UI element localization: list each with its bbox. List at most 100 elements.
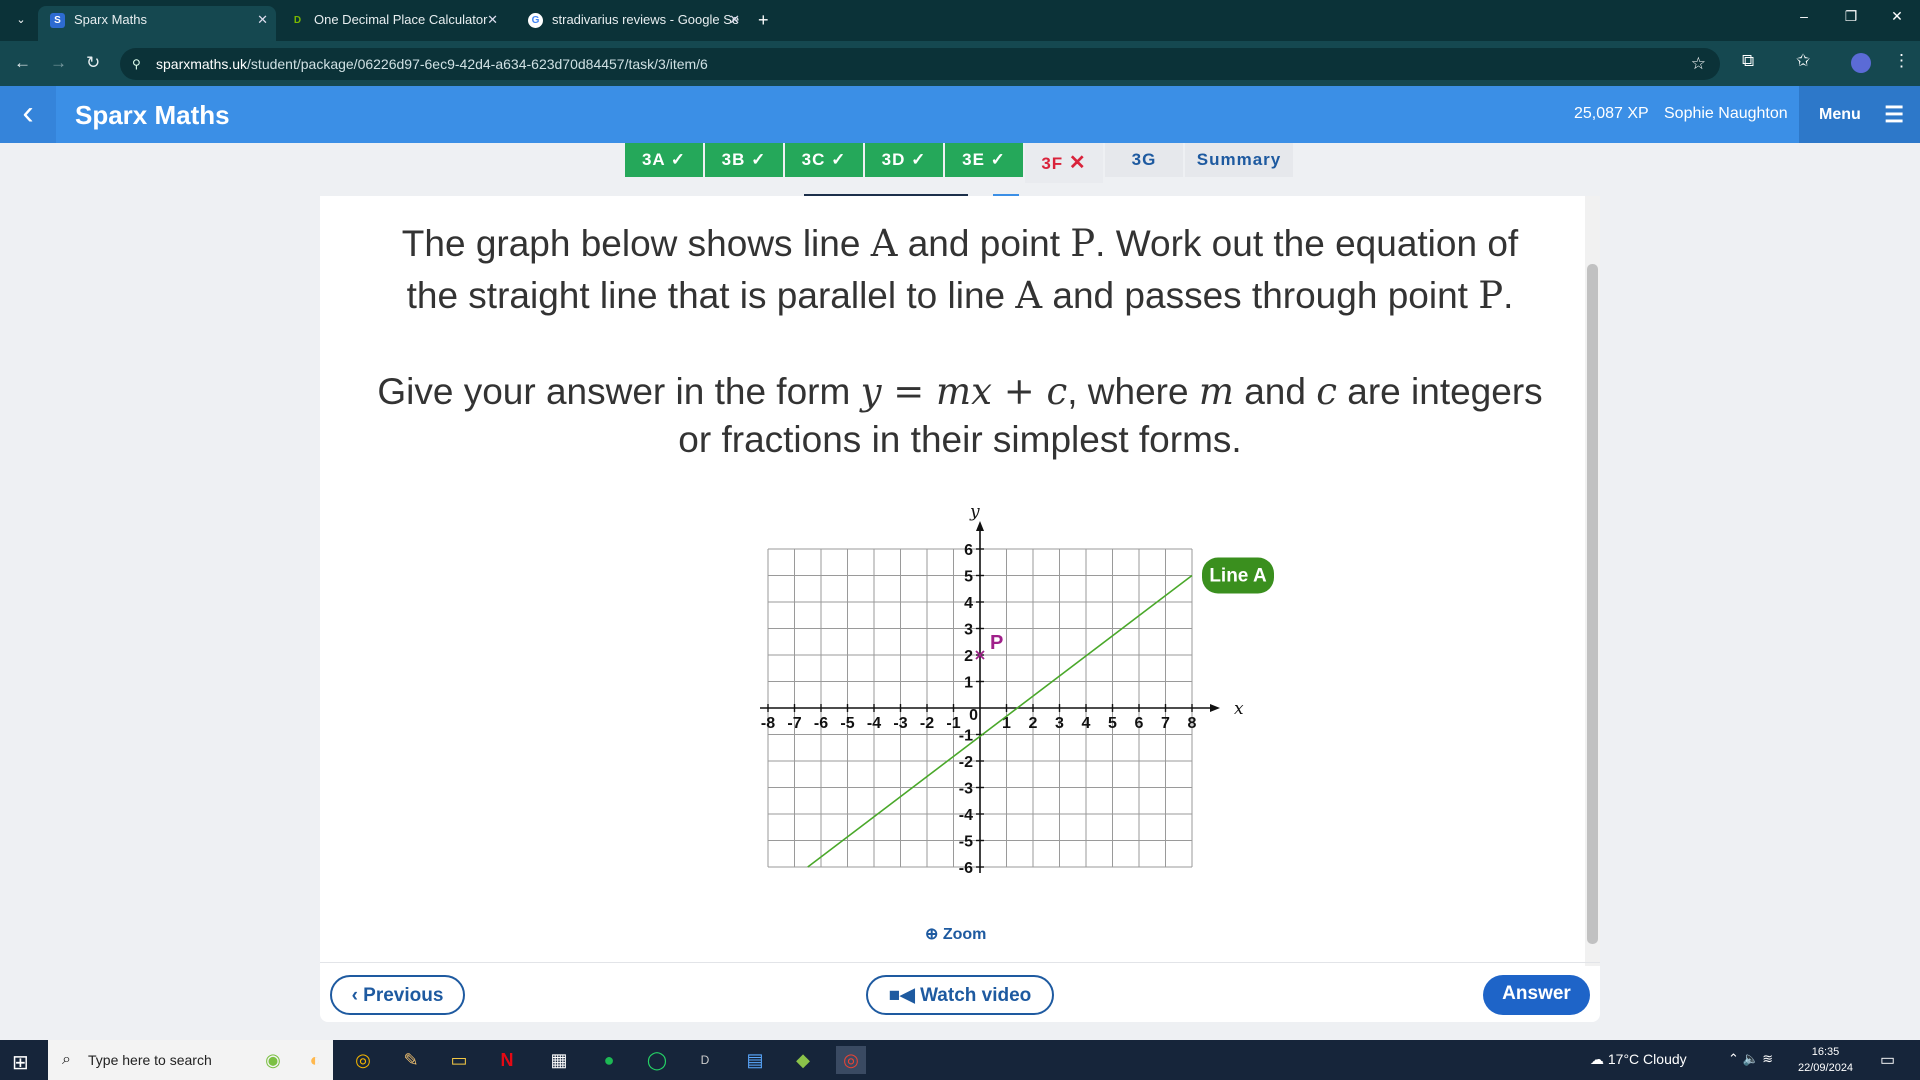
x-tick-label: -6	[814, 715, 828, 732]
bookmark-star-icon[interactable]: ☆	[1691, 48, 1706, 80]
app-title: Sparx Maths	[75, 100, 230, 130]
scrollbar-thumb[interactable]	[1587, 264, 1598, 944]
task-tab-3f[interactable]: 3F ✕	[1025, 143, 1103, 183]
task-label: 3D	[881, 150, 906, 169]
check-icon: ✓	[751, 150, 767, 169]
user-name[interactable]: Sophie Naughton	[1664, 105, 1788, 123]
notifications-icon[interactable]: ▭	[1880, 1050, 1895, 1070]
task-label: Summary	[1196, 150, 1282, 169]
new-tab-icon[interactable]: +	[758, 6, 769, 34]
url-host: sparxmaths.uk	[156, 56, 248, 72]
close-window-icon[interactable]: ✕	[1882, 8, 1912, 25]
spotify-icon[interactable]: ●	[594, 1046, 624, 1074]
watch-video-button[interactable]: ■◀ Watch video	[866, 975, 1054, 1015]
chrome-active-icon[interactable]: ◎	[836, 1046, 866, 1074]
x-tick-label: 2	[1029, 715, 1038, 732]
y-tick-label: 4	[964, 595, 973, 612]
x-tick-label: 1	[1002, 715, 1011, 732]
forward-arrow-icon[interactable]: →	[50, 53, 67, 73]
question-line-4: or fractions in their simplest forms.	[678, 419, 1242, 460]
folder-widget-icon[interactable]: ◐	[300, 1046, 330, 1074]
check-icon: ✓	[911, 150, 927, 169]
restore-icon[interactable]: ❐	[1836, 8, 1866, 25]
task-tab-3c[interactable]: 3C ✓	[785, 143, 863, 177]
tab-decimal-calculator[interactable]: D One Decimal Place Calculator ✕	[278, 6, 506, 41]
site-info-icon[interactable]: ⚲	[132, 48, 141, 80]
clock[interactable]: 16:35 22/09/2024	[1798, 1044, 1853, 1076]
weather-text: 17°C Cloudy	[1607, 1051, 1687, 1067]
question-card: The graph below shows line A and point P…	[320, 196, 1600, 1022]
extensions-icon[interactable]: ⧉	[1742, 51, 1754, 71]
y-tick-label: -5	[959, 834, 973, 851]
leaf-app-icon[interactable]: ◆	[788, 1046, 818, 1074]
divider	[320, 962, 1600, 963]
video-app-icon[interactable]: ▤	[740, 1046, 770, 1074]
back-arrow-icon[interactable]: ←	[14, 53, 31, 73]
calculator-icon[interactable]: ▦	[544, 1046, 574, 1074]
minimize-icon[interactable]: –	[1789, 8, 1819, 24]
file-explorer-icon[interactable]: ▭	[444, 1046, 474, 1074]
task-tab-3a[interactable]: 3A ✓	[625, 143, 703, 177]
task-tab-summary[interactable]: Summary	[1185, 143, 1293, 177]
profile-avatar[interactable]	[1851, 53, 1871, 73]
pencil-app-icon[interactable]: ✎	[396, 1046, 426, 1074]
task-tab-3b[interactable]: 3B ✓	[705, 143, 783, 177]
favorites-icon[interactable]: ✩	[1796, 51, 1810, 71]
previous-label: Previous	[363, 985, 444, 1006]
task-tab-3g[interactable]: 3G	[1105, 143, 1183, 177]
globe-widget-icon[interactable]: ◉	[258, 1046, 288, 1074]
weather-widget[interactable]: ☁ 17°C Cloudy	[1590, 1051, 1687, 1068]
coordinate-graph[interactable]: xy-8 -7 -6 -5 -4 -3 -2 -1 1 2 3 4 5 6 7 8-6-5-4-3-2-112…	[710, 502, 1274, 892]
close-tab-icon[interactable]: ✕	[729, 6, 740, 34]
url-field[interactable]: ⚲ sparxmaths.uk/student/package/06226d97…	[120, 48, 1720, 80]
windows-start-icon[interactable]: ⊞	[12, 1050, 29, 1075]
clock-time: 16:35	[1811, 1046, 1840, 1058]
x-tick-label: -4	[867, 715, 881, 732]
answer-button[interactable]: Answer	[1483, 975, 1590, 1015]
video-camera-icon: ■◀	[888, 985, 915, 1006]
xp-counter: 25,087 XP	[1574, 105, 1649, 122]
y-axis-arrow	[976, 521, 984, 531]
menu-button[interactable]: Menu ☰	[1799, 86, 1920, 143]
reload-icon[interactable]: ↻	[86, 53, 100, 73]
close-tab-icon[interactable]: ✕	[487, 6, 498, 34]
tab-title: One Decimal Place Calculator	[314, 12, 488, 27]
task-tab-3e[interactable]: 3E ✓	[945, 143, 1023, 177]
tab-search-icon[interactable]: ⌄	[10, 10, 32, 30]
y-tick-label: -6	[959, 860, 973, 877]
x-tick-label: -7	[787, 715, 801, 732]
whatsapp-icon[interactable]: ◯	[642, 1046, 672, 1074]
address-bar-row: ← → ↻ ⚲ sparxmaths.uk/student/package/06…	[0, 41, 1920, 86]
answer-label: Answer	[1502, 983, 1571, 1004]
check-icon: ✓	[831, 150, 847, 169]
check-icon: ✓	[990, 150, 1006, 169]
task-label: 3A	[641, 150, 666, 169]
tab-google-search[interactable]: G stradivarius reviews - Google Se ✕	[516, 6, 748, 41]
x-tick-label: 8	[1188, 715, 1197, 732]
d-app-icon[interactable]: D	[690, 1046, 720, 1074]
x-axis-arrow	[1210, 704, 1220, 712]
line-a-label: Line A	[1209, 566, 1267, 587]
tab-sparx-maths[interactable]: S Sparx Maths ✕	[38, 6, 276, 41]
chrome-icon[interactable]: ◎	[348, 1046, 378, 1074]
y-tick-label: -2	[959, 754, 973, 771]
y-tick-label: 2	[964, 648, 973, 665]
sparx-favicon-icon: S	[50, 13, 65, 28]
task-tab-3d[interactable]: 3D ✓	[865, 143, 943, 177]
tray-icons[interactable]: ⌃ 🔈 ≋	[1728, 1051, 1773, 1067]
check-icon: ✓	[670, 150, 687, 169]
tab-title: Sparx Maths	[74, 12, 147, 27]
y-tick-label: -3	[959, 781, 973, 798]
cloud-icon: ☁	[1590, 1051, 1604, 1067]
back-chevron-icon[interactable]: ‹	[0, 86, 56, 143]
x-tick-label: -5	[840, 715, 854, 732]
close-tab-icon[interactable]: ✕	[257, 6, 268, 34]
more-options-icon[interactable]: ⋮	[1893, 51, 1910, 71]
tab-title: stradivarius reviews - Google Se	[552, 12, 740, 27]
netflix-icon[interactable]: N	[492, 1046, 522, 1074]
zoom-label: Zoom	[942, 926, 987, 943]
previous-button[interactable]: ‹ Previous	[330, 975, 465, 1015]
zoom-button[interactable]: ⊕ Zoom	[925, 924, 986, 944]
scrollbar[interactable]	[1585, 196, 1600, 966]
taskbar-search[interactable]: ⌕ Type here to search	[48, 1040, 333, 1080]
